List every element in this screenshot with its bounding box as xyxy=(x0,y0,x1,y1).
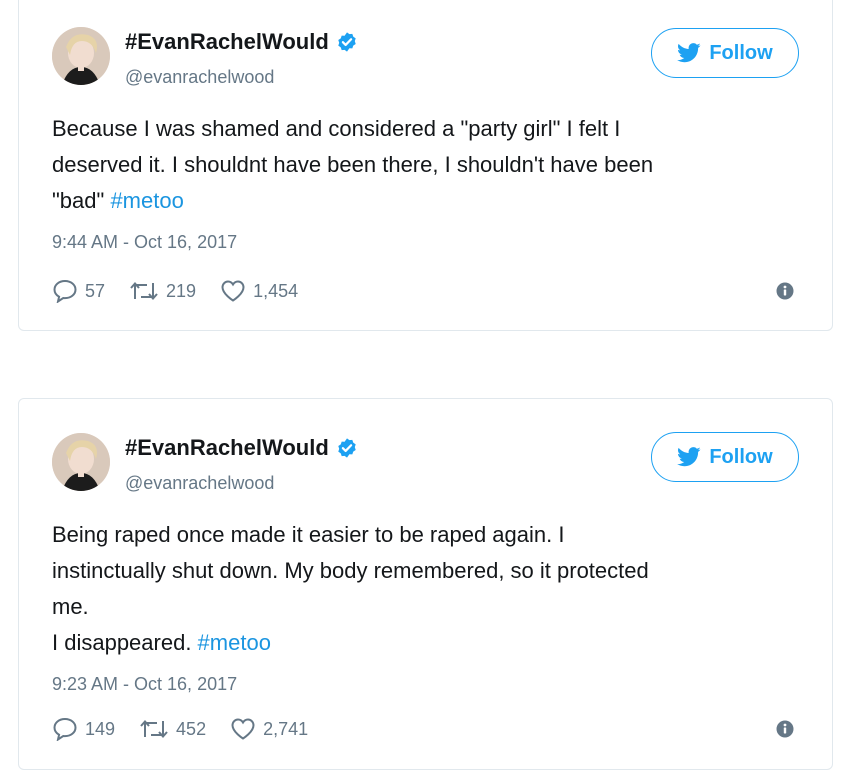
verified-badge-icon xyxy=(338,438,356,458)
like-action[interactable]: 2,741 xyxy=(230,717,308,741)
retweet-action[interactable]: 219 xyxy=(129,280,196,302)
display-name[interactable]: #EvanRachelWould xyxy=(125,29,329,55)
display-name[interactable]: #EvanRachelWould xyxy=(125,435,329,461)
like-icon xyxy=(221,280,245,302)
like-icon xyxy=(231,718,255,740)
tweet-timestamp[interactable]: 9:23 AM - Oct 16, 2017 xyxy=(52,674,237,695)
follow-label: Follow xyxy=(709,445,773,468)
reply-count: 149 xyxy=(85,718,116,739)
twitter-bird-icon xyxy=(677,447,701,467)
tweet-text-line: "bad" #metoo xyxy=(52,183,792,219)
author-row: #EvanRachelWould xyxy=(125,29,358,55)
follow-button[interactable]: Follow xyxy=(651,28,799,78)
twitter-bird-icon xyxy=(677,43,701,63)
tweet-text-segment: I disappeared. xyxy=(52,630,198,655)
avatar[interactable] xyxy=(52,433,110,491)
verified-badge-icon xyxy=(338,32,356,52)
user-handle[interactable]: @evanrachelwood xyxy=(125,67,274,88)
hashtag-link[interactable]: #metoo xyxy=(110,188,183,213)
retweet-action[interactable]: 452 xyxy=(139,718,206,740)
reply-icon xyxy=(53,717,77,741)
reply-count: 57 xyxy=(85,280,106,301)
follow-label: Follow xyxy=(709,41,773,64)
tweet-text: Because I was shamed and considered a "p… xyxy=(52,111,792,219)
like-count: 2,741 xyxy=(263,718,309,739)
follow-button[interactable]: Follow xyxy=(651,432,799,482)
tweet-text-line: I disappeared. #metoo xyxy=(52,625,792,661)
action-bar: 149 452 2,741 xyxy=(52,717,332,741)
like-action[interactable]: 1,454 xyxy=(220,279,298,303)
retweet-icon xyxy=(130,281,158,301)
retweet-count: 219 xyxy=(166,280,197,301)
tweet-card: #EvanRachelWould @evanrachelwood Follow … xyxy=(18,398,833,770)
retweet-count: 452 xyxy=(176,718,207,739)
info-icon[interactable] xyxy=(776,282,794,300)
tweet-text: Being raped once made it easier to be ra… xyxy=(52,517,792,661)
avatar[interactable] xyxy=(52,27,110,85)
info-icon[interactable] xyxy=(776,720,794,738)
author-row: #EvanRachelWould xyxy=(125,435,358,461)
tweet-text-line: Because I was shamed and considered a "p… xyxy=(52,116,621,141)
action-bar: 57 219 1,454 xyxy=(52,279,322,303)
retweet-icon xyxy=(140,719,168,739)
tweet-text-line: Being raped once made it easier to be ra… xyxy=(52,522,565,547)
tweet-text-line: deserved it. I shouldnt have been there,… xyxy=(52,152,654,177)
reply-action[interactable]: 57 xyxy=(52,279,105,303)
like-count: 1,454 xyxy=(253,280,299,301)
tweet-card: #EvanRachelWould @evanrachelwood Follow … xyxy=(18,0,833,331)
user-handle[interactable]: @evanrachelwood xyxy=(125,473,274,494)
reply-icon xyxy=(53,279,77,303)
tweet-timestamp[interactable]: 9:44 AM - Oct 16, 2017 xyxy=(52,232,237,253)
tweet-text-segment: "bad" xyxy=(52,188,111,213)
hashtag-link[interactable]: #metoo xyxy=(198,630,271,655)
tweet-text-line: instinctually shut down. My body remembe… xyxy=(52,558,649,583)
reply-action[interactable]: 149 xyxy=(52,717,115,741)
tweet-text-line: me. xyxy=(52,594,89,619)
